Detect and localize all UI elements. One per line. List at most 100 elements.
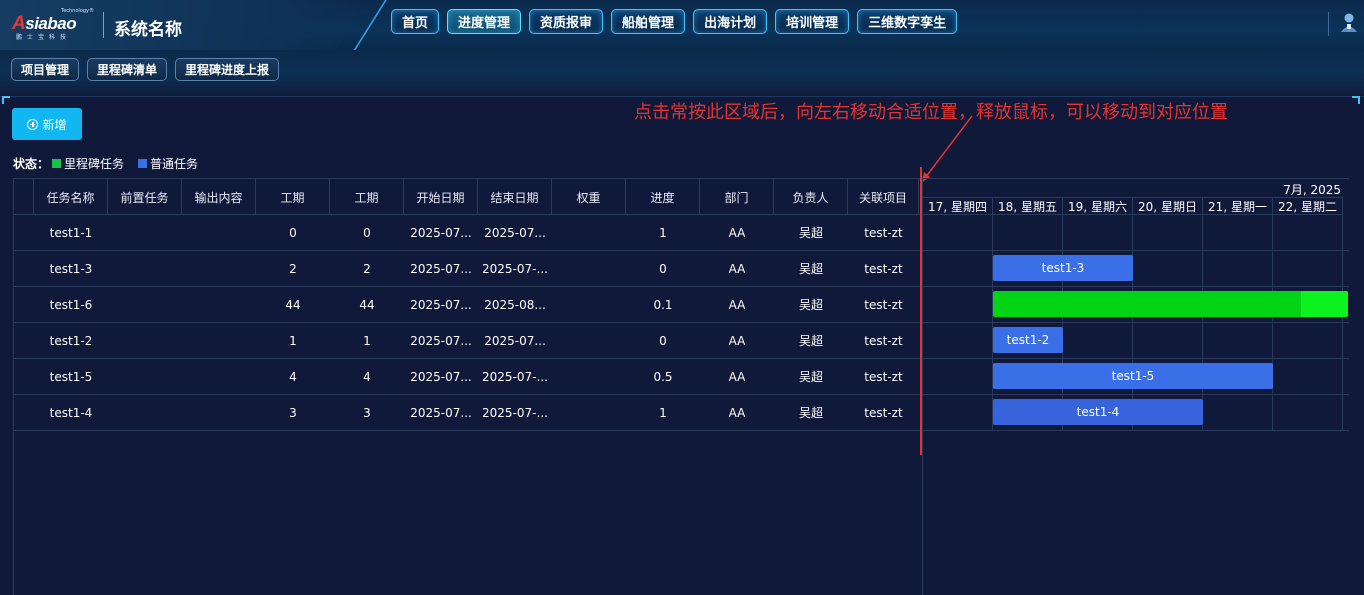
nav-item-4[interactable]: 出海计划 <box>693 9 768 34</box>
grid-header-cell[interactable]: 开始日期 <box>404 179 478 215</box>
table-cell: 1 <box>363 333 371 348</box>
table-cell <box>552 395 626 430</box>
top-header: Asiabao Technology® 鹏士宝科技 系统名称 首页 进度管理 资质报… <box>0 0 1364 54</box>
table-cell: AA <box>728 261 746 276</box>
gantt-bar[interactable] <box>993 291 1348 317</box>
gantt-cell <box>1273 395 1343 430</box>
table-cell <box>552 359 626 394</box>
gantt-bar[interactable]: test1-3 <box>993 255 1133 281</box>
main-nav: 首页 进度管理 资质报审 船舶管理 出海计划 培训管理 三维数字孪生 <box>391 9 958 34</box>
table-cell: 0.5 <box>653 369 673 384</box>
table-cell: 2025-07-... <box>482 405 548 420</box>
table-cell: AA <box>728 333 746 348</box>
grid-header-cell[interactable]: 任务名称 <box>34 179 108 215</box>
user-avatar-icon[interactable] <box>1338 11 1360 35</box>
table-cell <box>182 251 256 286</box>
grid-header-cell[interactable]: 权重 <box>552 179 626 215</box>
grid-header-cell[interactable]: 结束日期 <box>478 179 552 215</box>
gantt-bar[interactable]: test1-2 <box>993 327 1063 353</box>
subnav-item-1[interactable]: 里程碑清单 <box>87 58 168 81</box>
table-cell <box>108 323 182 358</box>
table-cell: AA <box>728 297 746 312</box>
table-cell: 吴超 <box>798 334 823 348</box>
table-cell: 2025-07... <box>410 333 472 348</box>
gantt-row <box>923 251 1349 287</box>
gantt-month: 7月, 2025 <box>923 178 1349 197</box>
subnav-item-0[interactable]: 项目管理 <box>11 58 80 81</box>
gantt-body: test1-3 test1-2 test1-5 test1-4 <box>923 215 1349 431</box>
gantt-cell <box>923 359 993 394</box>
gantt-cell <box>1203 395 1273 430</box>
table-cell-select <box>14 359 34 394</box>
legend-item-label: 普通任务 <box>150 157 199 171</box>
table-cell: test1-3 <box>49 261 93 276</box>
table-row[interactable]: test1-4 3 3 2025-07... 2025-07-... 1 AA 吴超 test-… <box>14 395 923 431</box>
table-cell-select <box>14 215 34 250</box>
table-cell-select <box>14 251 34 286</box>
table-cell: 3 <box>363 405 371 420</box>
grid-header-cell[interactable]: 工期 <box>330 179 404 215</box>
grid-header-cell[interactable]: 进度 <box>626 179 700 215</box>
table-cell: test-zt <box>864 405 903 420</box>
table-cell <box>182 287 256 322</box>
nav-item-6[interactable]: 三维数字孪生 <box>857 9 958 34</box>
legend-swatch <box>52 159 62 168</box>
gantt-cell <box>1203 215 1273 250</box>
gantt-cell <box>1273 359 1343 394</box>
grid-header-cell[interactable]: 工期 <box>256 179 330 215</box>
table-row[interactable]: test1-6 44 44 2025-07... 2025-08... 0.1 AA 吴超 te… <box>14 287 923 323</box>
gantt-bar-highlight <box>1301 291 1348 317</box>
gantt-day: 19, 星期六 <box>1063 198 1133 215</box>
table-cell-select <box>14 395 34 430</box>
table-row[interactable]: test1-5 4 4 2025-07... 2025-07-... 0.5 AA 吴超 tes… <box>14 359 923 395</box>
table-cell <box>552 287 626 322</box>
gantt-row <box>923 215 1349 251</box>
table-cell: 44 <box>359 297 375 312</box>
grid-header: 任务名称 前置任务 输出内容 工期 工期 开始日期 结束日期 权重 进度 部门 负责人 关联项目 <box>14 178 923 215</box>
table-cell: 1 <box>659 405 667 420</box>
legend-item: 里程碑任务 <box>52 155 124 172</box>
table-row[interactable]: test1-2 1 1 2025-07... 2025-07... 0 AA 吴超 test-z… <box>14 323 923 359</box>
table-cell: 吴超 <box>798 370 823 384</box>
gantt-cell <box>1273 251 1343 286</box>
splitter-handle[interactable] <box>920 167 922 455</box>
table-cell: test-zt <box>864 225 903 240</box>
gantt-bar[interactable]: test1-4 <box>993 399 1203 425</box>
table-row[interactable]: test1-3 2 2 2025-07... 2025-07-... 0 AA 吴超 test-… <box>14 251 923 287</box>
grid-header-cell[interactable]: 输出内容 <box>182 179 256 215</box>
table-cell: test-zt <box>864 333 903 348</box>
table-cell: test1-5 <box>49 369 93 384</box>
table-cell <box>552 251 626 286</box>
gantt-cell <box>1133 323 1203 358</box>
company-logo: Asiabao Technology® 鹏士宝科技 <box>12 8 94 42</box>
gantt-day: 17, 星期四 <box>923 198 993 215</box>
table-row[interactable]: test1-1 0 0 2025-07... 2025-07... 1 AA 吴超 test-z… <box>14 215 923 251</box>
table-cell: 2025-07-... <box>482 369 548 384</box>
gantt-cell <box>1133 251 1203 286</box>
add-button[interactable]: 新增 <box>12 108 82 140</box>
nav-item-5[interactable]: 培训管理 <box>775 9 850 34</box>
grid-header-cell[interactable]: 前置任务 <box>108 179 182 215</box>
subnav-item-2[interactable]: 里程碑进度上报 <box>175 58 280 81</box>
gantt-cell <box>923 287 993 322</box>
gantt-row <box>923 323 1349 359</box>
gantt-day: 20, 星期日 <box>1133 198 1203 215</box>
nav-item-3[interactable]: 船舶管理 <box>611 9 686 34</box>
nav-item-1[interactable]: 进度管理 <box>447 9 522 34</box>
table-cell <box>552 215 626 250</box>
grid-header-cell[interactable]: 部门 <box>700 179 774 215</box>
table-cell: 0 <box>363 225 371 240</box>
gantt-bar-label: test1-4 <box>1076 405 1120 419</box>
gantt-bar-label: test1-3 <box>1041 261 1085 275</box>
nav-item-0[interactable]: 首页 <box>391 9 440 34</box>
header-divider <box>1328 12 1329 36</box>
nav-item-2[interactable]: 资质报审 <box>529 9 604 34</box>
table-cell: 吴超 <box>798 298 823 312</box>
table-cell: 吴超 <box>798 262 823 276</box>
gantt-bar[interactable]: test1-5 <box>993 363 1273 389</box>
table-cell: 2 <box>363 261 371 276</box>
grid-header-cell[interactable]: 关联项目 <box>848 179 919 215</box>
table-cell: 2025-07... <box>410 261 472 276</box>
gantt-days: 17, 星期四 18, 星期五 19, 星期六 20, 星期日 21, 星期一 22, 星… <box>923 197 1343 215</box>
grid-header-cell[interactable]: 负责人 <box>774 179 848 215</box>
